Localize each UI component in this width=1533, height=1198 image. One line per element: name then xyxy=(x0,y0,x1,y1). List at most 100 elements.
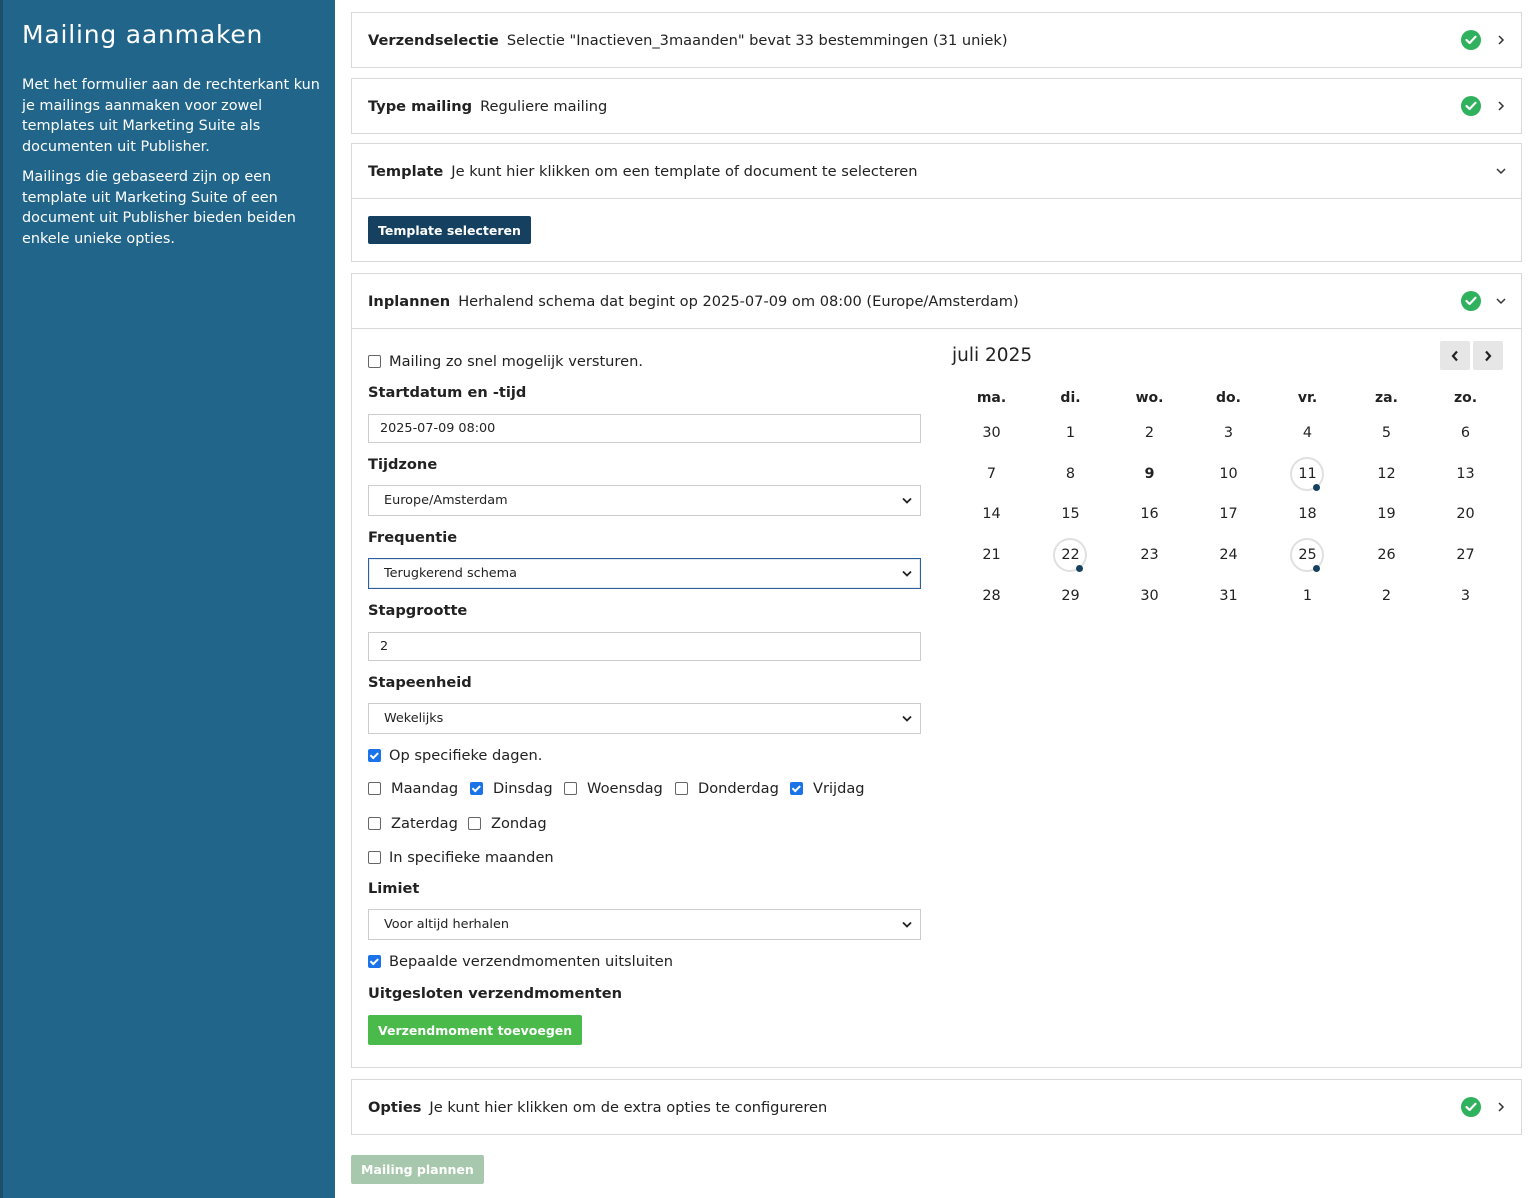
calendar-day[interactable]: 2 xyxy=(1347,579,1426,613)
panel-header-opties[interactable]: Opties Je kunt hier klikken om de extra … xyxy=(352,1080,1521,1134)
calendar-next-button[interactable] xyxy=(1473,341,1503,370)
calendar-day[interactable]: 6 xyxy=(1426,416,1505,450)
day-checkbox[interactable] xyxy=(368,782,381,795)
chevron-right-icon[interactable] xyxy=(1495,1101,1507,1113)
day-monday[interactable]: Maandag xyxy=(368,780,458,797)
calendar-day[interactable]: 1 xyxy=(1031,416,1110,450)
day-wednesday[interactable]: Woensdag xyxy=(564,780,663,797)
chevron-down-icon[interactable] xyxy=(1495,165,1507,177)
calendar-day[interactable]: 3 xyxy=(1189,416,1268,450)
day-checkbox[interactable] xyxy=(368,817,381,830)
exclude-row[interactable]: Bepaalde verzendmomenten uitsluiten xyxy=(368,953,673,970)
calendar-day[interactable]: 26 xyxy=(1347,538,1426,572)
panel-header-template[interactable]: Template Je kunt hier klikken om een tem… xyxy=(352,144,1521,198)
calendar-day[interactable]: 25 xyxy=(1268,538,1347,573)
panel-summary: Reguliere mailing xyxy=(480,97,608,115)
calendar-prev-button[interactable] xyxy=(1440,341,1470,370)
start-datetime-input[interactable]: 2025-07-09 08:00 xyxy=(368,414,921,443)
panel-summary: Je kunt hier klikken om een template of … xyxy=(451,162,918,180)
panel-title: Type mailing xyxy=(368,97,473,115)
panel-summary: Je kunt hier klikken om de extra opties … xyxy=(429,1098,828,1116)
calendar-day[interactable]: 29 xyxy=(1031,579,1110,613)
timezone-select[interactable]: Europe/Amsterdam xyxy=(368,485,921,516)
day-number: 3 xyxy=(1223,425,1234,441)
day-tuesday[interactable]: Dinsdag xyxy=(470,780,553,797)
calendar-day[interactable]: 5 xyxy=(1347,416,1426,450)
panel-header-type-mailing[interactable]: Type mailing Reguliere mailing xyxy=(352,79,1521,133)
chevron-down-icon[interactable] xyxy=(1495,295,1507,307)
calendar-day[interactable]: 12 xyxy=(1347,457,1426,491)
day-checkbox[interactable] xyxy=(675,782,688,795)
chevron-right-icon[interactable] xyxy=(1495,34,1507,46)
specific-months-checkbox[interactable] xyxy=(368,851,381,864)
calendar-day[interactable]: 2 xyxy=(1110,416,1189,450)
calendar-day[interactable]: 1 xyxy=(1268,579,1347,613)
calendar-day[interactable]: 27 xyxy=(1426,538,1505,572)
day-number: 16 xyxy=(1140,506,1159,523)
calendar-day[interactable]: 8 xyxy=(1031,457,1110,491)
panel-title: Verzendselectie xyxy=(368,31,499,49)
day-sunday[interactable]: Zondag xyxy=(468,815,547,832)
sidebar: Mailing aanmaken Met het formulier aan d… xyxy=(0,0,335,1198)
frequency-select[interactable]: Terugkerend schema xyxy=(368,558,921,589)
calendar-day[interactable]: 16 xyxy=(1110,497,1189,531)
calendar-day[interactable]: 18 xyxy=(1268,497,1347,531)
calendar-day[interactable]: 4 xyxy=(1268,416,1347,450)
panel-inplannen: Inplannen Herhalend schema dat begint op… xyxy=(351,273,1522,1068)
calendar-day[interactable]: 23 xyxy=(1110,538,1189,572)
day-number: 22 xyxy=(1061,547,1080,564)
unit-select[interactable]: Wekelijks xyxy=(368,703,921,734)
calendar-day[interactable]: 13 xyxy=(1426,457,1505,491)
day-thursday[interactable]: Donderdag xyxy=(675,780,779,797)
chevron-down-icon xyxy=(902,715,912,722)
calendar-day[interactable]: 28 xyxy=(952,579,1031,613)
day-number: 30 xyxy=(1140,587,1159,604)
calendar-day[interactable]: 19 xyxy=(1347,497,1426,531)
plan-mailing-button[interactable]: Mailing plannen xyxy=(351,1155,484,1184)
chevron-right-icon[interactable] xyxy=(1495,100,1507,112)
calendar-day[interactable]: 30 xyxy=(952,416,1031,450)
calendar-day[interactable]: 21 xyxy=(952,538,1031,572)
calendar-day[interactable]: 17 xyxy=(1189,497,1268,531)
frequency-value: Terugkerend schema xyxy=(384,566,517,581)
exclude-checkbox[interactable] xyxy=(368,955,381,968)
day-checkbox[interactable] xyxy=(564,782,577,795)
select-template-button[interactable]: Template selecteren xyxy=(368,216,531,244)
calendar-day[interactable]: 31 xyxy=(1189,579,1268,613)
scheduled-dot-icon xyxy=(1313,565,1320,573)
calendar-day[interactable]: 15 xyxy=(1031,497,1110,531)
calendar-day[interactable]: 9 xyxy=(1110,457,1189,491)
panel-verzendselectie: Verzendselectie Selectie "Inactieven_3ma… xyxy=(351,12,1522,68)
specific-months-row[interactable]: In specifieke maanden xyxy=(368,849,554,866)
step-input[interactable]: 2 xyxy=(368,632,921,661)
timezone-value: Europe/Amsterdam xyxy=(384,493,508,508)
day-label: Woensdag xyxy=(587,780,663,797)
day-checkbox[interactable] xyxy=(790,782,803,795)
calendar-day[interactable]: 24 xyxy=(1189,538,1268,572)
asap-checkbox[interactable] xyxy=(368,355,381,368)
day-friday[interactable]: Vrijdag xyxy=(790,780,865,797)
day-saturday[interactable]: Zaterdag xyxy=(368,815,458,832)
calendar-day[interactable]: 22 xyxy=(1031,538,1110,573)
chevron-down-icon xyxy=(902,497,912,504)
asap-checkbox-row[interactable]: Mailing zo snel mogelijk versturen. xyxy=(368,353,643,370)
page-title: Mailing aanmaken xyxy=(22,20,264,49)
calendar-day[interactable]: 3 xyxy=(1426,579,1505,613)
calendar-day[interactable]: 11 xyxy=(1268,456,1347,491)
calendar-day[interactable]: 10 xyxy=(1189,457,1268,491)
panel-header-inplannen[interactable]: Inplannen Herhalend schema dat begint op… xyxy=(352,274,1521,328)
limit-select[interactable]: Voor altijd herhalen xyxy=(368,909,921,940)
panel-header-verzendselectie[interactable]: Verzendselectie Selectie "Inactieven_3ma… xyxy=(352,13,1521,67)
calendar-day[interactable]: 7 xyxy=(952,457,1031,491)
panel-title: Template xyxy=(368,162,444,180)
calendar-day[interactable]: 30 xyxy=(1110,579,1189,613)
day-checkbox[interactable] xyxy=(470,782,483,795)
day-checkbox[interactable] xyxy=(468,817,481,830)
specific-days-checkbox[interactable] xyxy=(368,749,381,762)
specific-days-row[interactable]: Op specifieke dagen. xyxy=(368,747,542,764)
weekday-header: do. xyxy=(1216,390,1241,406)
add-send-moment-button[interactable]: Verzendmoment toevoegen xyxy=(368,1015,583,1045)
unit-value: Wekelijks xyxy=(384,711,444,726)
calendar-day[interactable]: 20 xyxy=(1426,497,1505,531)
calendar-day[interactable]: 14 xyxy=(952,497,1031,531)
